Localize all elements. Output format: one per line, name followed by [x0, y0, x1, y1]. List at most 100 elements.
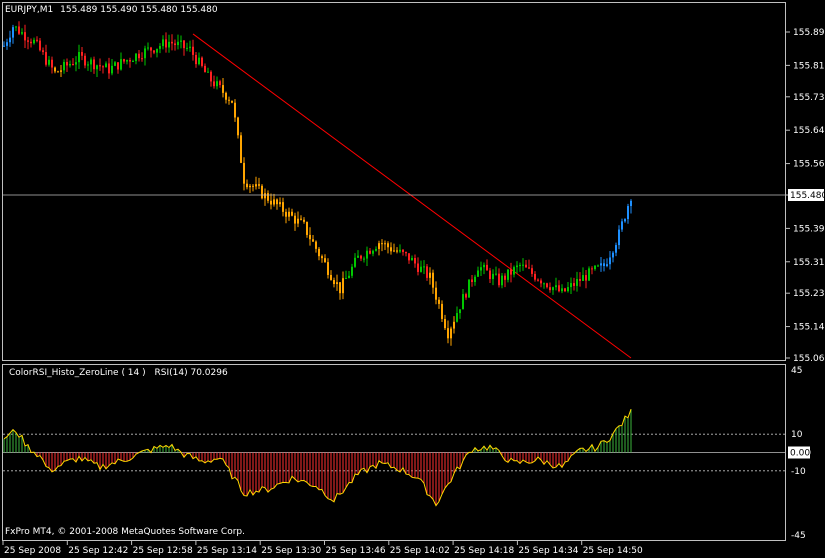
candle-body — [75, 62, 77, 65]
candle-body — [630, 200, 632, 207]
candle-body — [87, 64, 89, 66]
candle-body — [282, 202, 284, 212]
candle-body — [177, 41, 179, 46]
candle-body — [543, 283, 545, 285]
candle-body — [138, 53, 140, 59]
candle-body — [360, 255, 362, 259]
candle-body — [162, 39, 164, 47]
rsi-current-label: 0.00 — [790, 449, 810, 459]
candle-body — [480, 267, 482, 271]
indicator-name-label: ColorRSI_Histo_ZeroLine ( 14 ) — [9, 368, 146, 378]
candle-body — [165, 39, 167, 48]
time-tick-label: 25 Sep 14:34 — [518, 546, 578, 556]
candle-body — [189, 46, 191, 48]
candle-body — [387, 243, 389, 248]
candle-body — [60, 70, 62, 72]
candle-body — [528, 267, 530, 269]
candle-body — [555, 285, 557, 288]
candle-body — [213, 81, 215, 87]
candle-body — [240, 135, 242, 163]
time-tick-label: 25 Sep 12:42 — [68, 546, 128, 556]
candle-body — [588, 268, 590, 281]
candle-body — [114, 62, 116, 66]
price-tick-label: 155.065 — [793, 354, 825, 364]
time-tick-label: 25 Sep 2008 — [4, 546, 61, 556]
candle-body — [237, 117, 239, 136]
candle-body — [150, 47, 152, 51]
candle-body — [432, 272, 434, 288]
price-tick-label: 155.895 — [793, 28, 825, 38]
candle-body — [207, 71, 209, 73]
candle-body — [276, 199, 278, 205]
candle-body — [168, 41, 170, 48]
candle-body — [249, 185, 251, 188]
candle-body — [519, 264, 521, 266]
candle-body — [129, 60, 131, 62]
candle-body — [483, 264, 485, 268]
current-price-label: 155.480 — [790, 191, 825, 201]
candle-body — [369, 250, 371, 254]
candle-body — [186, 47, 188, 49]
candle-body — [348, 275, 350, 278]
candle-body — [54, 67, 56, 72]
candle-body — [594, 265, 596, 270]
candle-body — [390, 247, 392, 252]
candle-body — [264, 193, 266, 199]
candle-body — [327, 262, 329, 275]
candle-body — [120, 59, 122, 70]
chart-canvas[interactable]: 155.895 155.810 155.730 155.645 155.560 155.4… — [0, 0, 825, 558]
candle-body — [252, 185, 254, 187]
candle-body — [501, 275, 503, 286]
candle-body — [513, 267, 515, 275]
candle-body — [222, 85, 224, 93]
candle-body — [357, 255, 359, 258]
candle-body — [489, 270, 491, 280]
candle-body — [534, 273, 536, 280]
candle-body — [216, 81, 218, 87]
candle-body — [366, 250, 368, 259]
candle-body — [603, 263, 605, 267]
candle-body — [243, 162, 245, 184]
price-tick-label: 155.810 — [793, 61, 825, 71]
candle-body — [363, 258, 365, 260]
candle-body — [495, 273, 497, 275]
candle-body — [93, 59, 95, 70]
candle-body — [381, 243, 383, 245]
candle-body — [294, 215, 296, 224]
candle-body — [147, 47, 149, 49]
candle-body — [420, 266, 422, 272]
candle-body — [51, 59, 53, 68]
candle-body — [597, 265, 599, 267]
time-tick-label: 25 Sep 14:50 — [583, 546, 643, 556]
candle-body — [450, 328, 452, 339]
candle-body — [198, 57, 200, 65]
candle-body — [342, 278, 344, 294]
candle-body — [336, 282, 338, 285]
candle-body — [474, 276, 476, 283]
candle-body — [429, 272, 431, 278]
candle-body — [540, 280, 542, 284]
candle-body — [426, 266, 428, 278]
candle-body — [399, 249, 401, 252]
candle-body — [66, 61, 68, 66]
candle-body — [30, 41, 32, 44]
candle-body — [522, 264, 524, 266]
candle-body — [444, 318, 446, 329]
candle-body — [333, 279, 335, 285]
price-tick-label: 155.145 — [793, 323, 825, 333]
trading-chart-window[interactable]: 155.895 155.810 155.730 155.645 155.560 155.4… — [0, 0, 825, 558]
candle-body — [288, 211, 290, 217]
candle-body — [303, 219, 305, 222]
candle-body — [201, 57, 203, 66]
candle-body — [36, 39, 38, 41]
time-tick-label: 25 Sep 14:02 — [390, 546, 450, 556]
candle-body — [42, 50, 44, 53]
trendline[interactable] — [192, 33, 632, 359]
candle-body — [297, 218, 299, 224]
price-tick-label: 155.560 — [793, 160, 825, 170]
candle-body — [39, 40, 41, 51]
candle-body — [378, 243, 380, 249]
candle-body — [219, 81, 221, 86]
candle-body — [174, 43, 176, 46]
candle-body — [21, 32, 23, 34]
